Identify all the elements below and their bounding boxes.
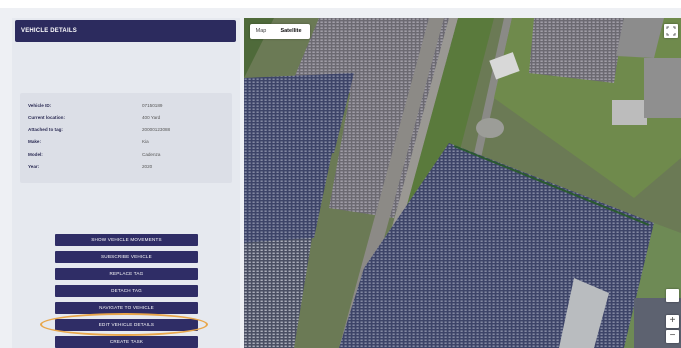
detail-label: Model: — [28, 152, 43, 157]
vehicle-details-panel — [12, 18, 240, 348]
detail-value: Kia — [142, 139, 149, 144]
map-type-toggle: Map Satellite — [250, 24, 310, 39]
zoom-out-button[interactable]: − — [666, 330, 679, 343]
subscribe-vehicle-button[interactable]: SUBSCRIBE VEHICLE — [55, 251, 198, 263]
zoom-in-button[interactable]: + — [666, 315, 679, 328]
fullscreen-button[interactable] — [664, 24, 678, 38]
page: VEHICLE DETAILS Vehicle ID: 07150189 Cur… — [0, 0, 681, 348]
detail-label: Attached to tag: — [28, 127, 63, 132]
detail-value: 07150189 — [142, 103, 163, 108]
detail-row-current-location: Current location: 400 Yard — [28, 113, 228, 123]
replace-tag-button[interactable]: REPLACE TAG — [55, 268, 198, 280]
show-vehicle-movements-button[interactable]: SHOW VEHICLE MOVEMENTS — [55, 234, 198, 246]
satellite-imagery — [244, 18, 681, 348]
detail-label: Current location: — [28, 115, 66, 120]
panel-title: VEHICLE DETAILS — [15, 20, 236, 42]
detail-row-make: Make: Kia — [28, 137, 228, 147]
detail-row-vehicle-id: Vehicle ID: 07150189 — [28, 101, 228, 111]
detail-label: Year: — [28, 164, 40, 169]
detail-value: 20000123088 — [142, 127, 171, 132]
highlight-ring — [40, 313, 208, 336]
detail-label: Make: — [28, 139, 42, 144]
detail-value: 400 Yard — [142, 115, 161, 120]
tab-map[interactable]: Map — [250, 24, 272, 39]
detail-row-attached-tag: Attached to tag: 20000123088 — [28, 125, 228, 135]
fullscreen-icon — [666, 26, 676, 36]
create-task-button[interactable]: CREATE TASK — [55, 336, 198, 348]
street-view-button[interactable] — [666, 289, 679, 302]
tab-satellite[interactable]: Satellite — [272, 24, 310, 39]
details-card: Vehicle ID: 07150189 Current location: 4… — [20, 93, 232, 183]
detail-value: 2020 — [142, 164, 153, 169]
satellite-map[interactable] — [244, 18, 681, 348]
detach-tag-button[interactable]: DETACH TAG — [55, 285, 198, 297]
detail-row-model: Model: Cadenza — [28, 150, 228, 160]
detail-row-year: Year: 2020 — [28, 162, 228, 172]
top-bar — [0, 0, 681, 8]
detail-label: Vehicle ID: — [28, 103, 52, 108]
detail-value: Cadenza — [142, 152, 161, 157]
